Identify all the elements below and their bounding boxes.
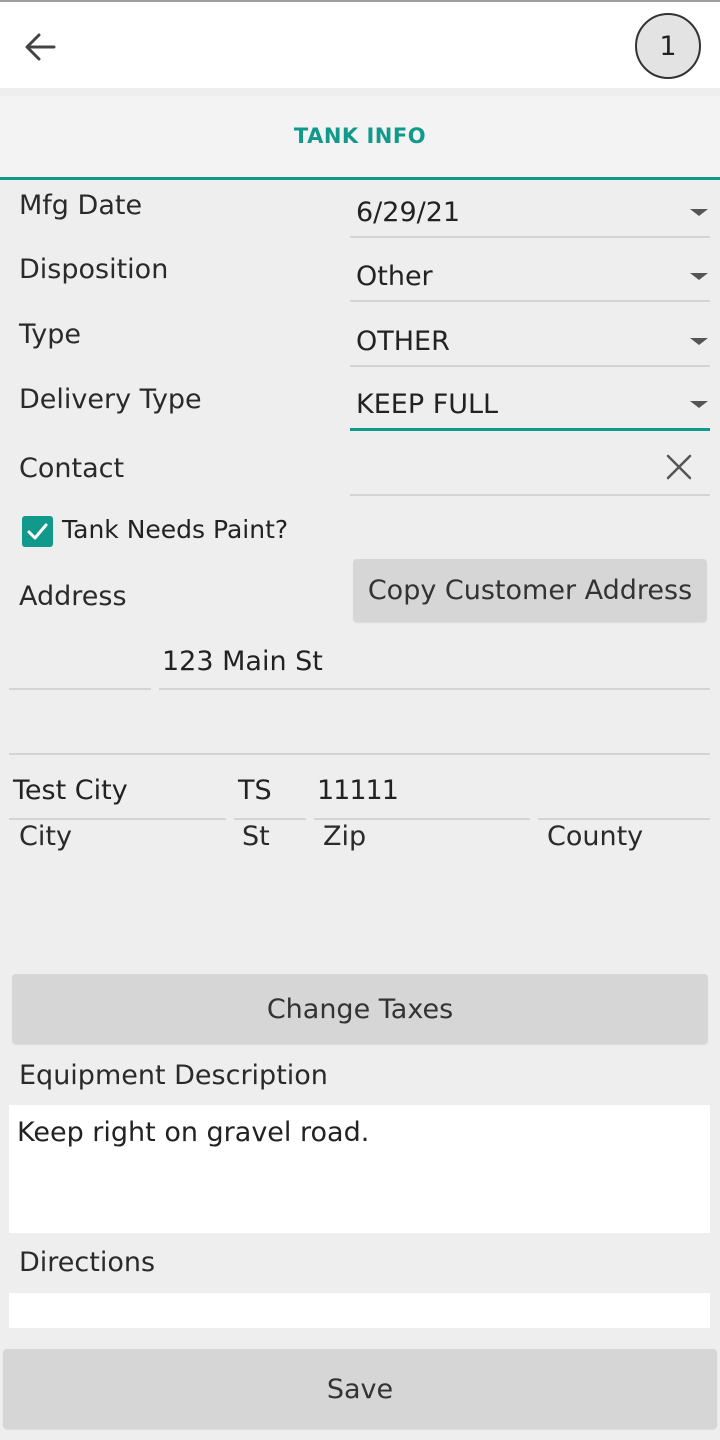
tank-needs-paint-label: Tank Needs Paint? — [62, 515, 289, 544]
change-taxes-button[interactable]: Change Taxes — [12, 974, 708, 1044]
city-value: Test City — [13, 775, 128, 806]
count-badge[interactable]: 1 — [635, 13, 701, 79]
disposition-label: Disposition — [19, 254, 169, 285]
type-picker[interactable]: OTHER — [350, 309, 710, 367]
dropdown-caret-icon — [690, 338, 708, 345]
mfg-date-picker[interactable]: 6/29/21 — [350, 180, 710, 238]
state-field[interactable]: TS — [234, 770, 306, 820]
disposition-picker[interactable]: Other — [350, 244, 710, 302]
type-label: Type — [19, 319, 82, 350]
type-value: OTHER — [356, 326, 450, 357]
tab-bar: TANK INFO — [0, 96, 720, 180]
dropdown-caret-icon — [690, 273, 708, 280]
county-field[interactable] — [538, 770, 710, 820]
equipment-description-label: Equipment Description — [19, 1060, 328, 1091]
address-line2-field[interactable] — [9, 705, 710, 755]
mfg-date-value: 6/29/21 — [356, 197, 461, 228]
contact-field[interactable] — [350, 444, 710, 496]
dropdown-caret-icon — [690, 209, 708, 216]
mfg-date-label: Mfg Date — [19, 190, 143, 221]
address-label: Address — [19, 581, 127, 612]
county-caption: County — [547, 821, 644, 852]
copy-customer-address-button[interactable]: Copy Customer Address — [353, 559, 707, 622]
save-button[interactable]: Save — [3, 1349, 717, 1429]
clear-icon[interactable] — [664, 452, 694, 482]
top-app-bar: 1 — [0, 0, 720, 88]
address-line1-field[interactable]: 123 Main St — [159, 640, 710, 690]
equipment-description-value: Keep right on gravel road. — [17, 1117, 370, 1148]
tab-tank-info[interactable]: TANK INFO — [0, 124, 720, 148]
disposition-value: Other — [356, 261, 433, 292]
tank-needs-paint-checkbox[interactable] — [22, 516, 53, 547]
city-caption: City — [19, 821, 72, 852]
zip-value: 11111 — [317, 775, 399, 806]
state-caption: St — [242, 821, 270, 852]
city-field[interactable]: Test City — [9, 770, 226, 820]
address-prefix-field[interactable] — [9, 640, 151, 690]
dropdown-caret-icon — [690, 401, 708, 408]
contact-label: Contact — [19, 453, 125, 484]
state-value: TS — [238, 775, 272, 806]
address-line1-value: 123 Main St — [162, 646, 323, 677]
back-button[interactable] — [18, 24, 64, 70]
zip-field[interactable]: 11111 — [314, 770, 530, 820]
directions-textarea[interactable] — [9, 1293, 710, 1328]
check-icon — [27, 523, 48, 540]
directions-label: Directions — [19, 1247, 156, 1278]
delivery-type-value: KEEP FULL — [356, 389, 499, 420]
delivery-type-label: Delivery Type — [19, 384, 202, 415]
zip-caption: Zip — [323, 821, 367, 852]
delivery-type-picker[interactable]: KEEP FULL — [350, 373, 710, 431]
arrow-left-icon — [25, 33, 56, 61]
equipment-description-textarea[interactable]: Keep right on gravel road. — [9, 1105, 710, 1233]
